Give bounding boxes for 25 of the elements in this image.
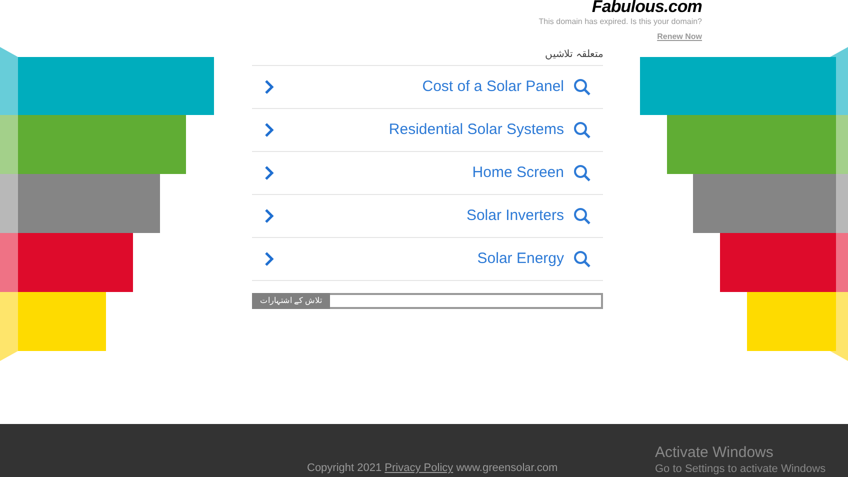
chevron-right-icon: [264, 165, 274, 181]
ad-search-label: تلاش کے اشتہارات: [252, 293, 330, 309]
search-icon: [573, 78, 591, 96]
chevron-right-icon: [264, 251, 274, 267]
chevron-right-icon: [264, 79, 274, 95]
chevron-right-icon: [264, 122, 274, 138]
related-search-link[interactable]: Solar Energy: [252, 238, 603, 281]
activation-message: Go to Settings to activate Windows: [655, 462, 826, 476]
related-search-link[interactable]: Solar Inverters: [252, 195, 603, 238]
related-searches-heading: متعلقہ تلاشیں: [544, 48, 603, 62]
search-icon: [573, 164, 591, 182]
search-field[interactable]: [330, 293, 603, 309]
search-icon: [573, 121, 591, 139]
activation-title: Activate Windows: [655, 444, 774, 462]
copyright-text: Copyright 2021 Privacy Policy www.greensolar.com: [307, 461, 558, 476]
logo: Fabulous.com: [592, 0, 702, 16]
search-icon: [573, 250, 591, 268]
related-search-link[interactable]: Home Screen: [252, 152, 603, 195]
search-icon: [573, 207, 591, 225]
related-search-link[interactable]: Residential Solar Systems: [252, 109, 603, 152]
related-search-link[interactable]: Cost of a Solar Panel: [252, 66, 603, 109]
expiry-notice: This domain has expired. Is this your domain?: [538, 16, 702, 28]
chevron-right-icon: [264, 208, 274, 224]
privacy-policy-link[interactable]: Privacy Policy: [384, 462, 454, 474]
renew-now-link[interactable]: Renew Now: [657, 31, 702, 43]
